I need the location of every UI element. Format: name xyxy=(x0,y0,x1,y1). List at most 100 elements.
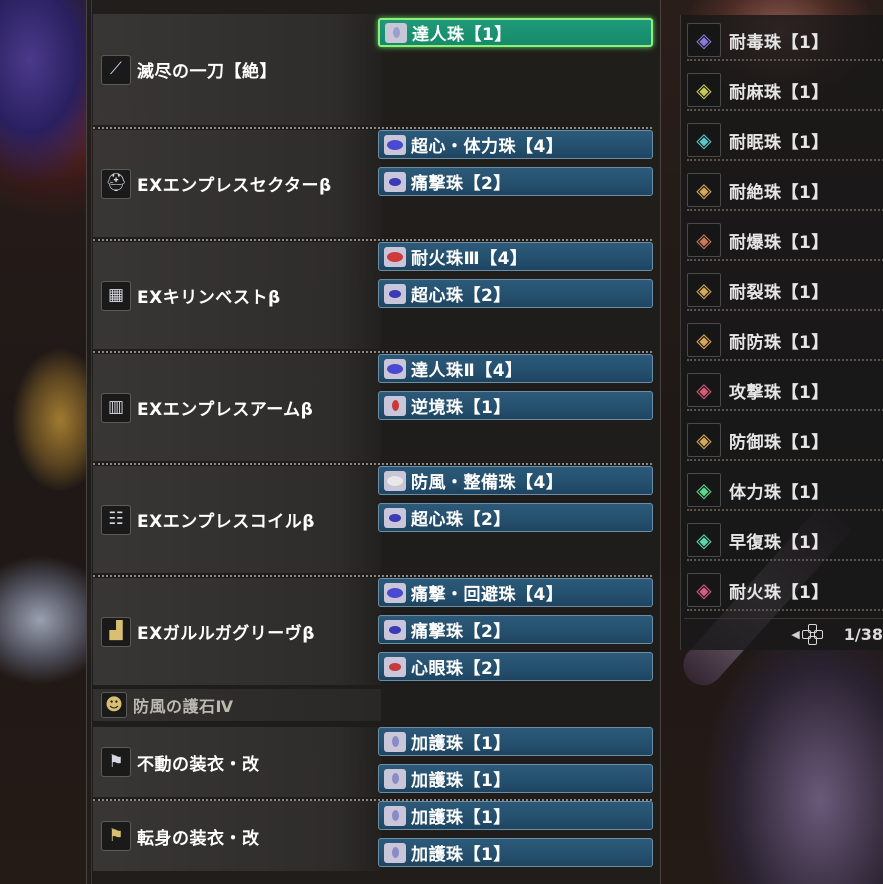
slot-decoration-label: 耐火珠Ⅲ【4】 xyxy=(411,249,528,269)
decoration-slot[interactable]: 超心珠【2】 xyxy=(378,279,653,308)
decoration-slot[interactable]: 加護珠【1】 xyxy=(378,764,653,793)
decoration-label: 耐防珠【1】 xyxy=(729,332,829,353)
equipment-name: EXガルルガグリーヴβ xyxy=(137,624,315,644)
helm-icon: ⛑ xyxy=(101,168,131,199)
decoration-jewel-icon: ◈ xyxy=(687,473,721,507)
decoration-slot[interactable]: 超心・体力珠【4】 xyxy=(378,130,653,159)
decoration-slot[interactable]: 痛撃珠【2】 xyxy=(378,167,653,196)
slot-decoration-label: 超心・体力珠【4】 xyxy=(411,137,564,157)
decoration-slot[interactable]: 超心珠【2】 xyxy=(378,503,653,532)
slot-size-4-icon xyxy=(384,246,406,267)
slot-decoration-label: 防風・整備珠【4】 xyxy=(411,473,564,493)
decoration-label: 防御珠【1】 xyxy=(729,432,829,453)
decoration-list-item[interactable]: ◈ 耐防珠【1】 xyxy=(687,321,883,361)
decoration-slot[interactable]: 耐火珠Ⅲ【4】 xyxy=(378,242,653,271)
decoration-slot[interactable]: 痛撃珠【2】 xyxy=(378,615,653,644)
arm-icon: ▥ xyxy=(101,392,131,423)
decoration-label: 早復珠【1】 xyxy=(729,532,829,553)
decoration-label: 耐爆珠【1】 xyxy=(729,232,829,253)
decoration-list-item[interactable]: ◈ 耐裂珠【1】 xyxy=(687,271,883,311)
slot-size-1-icon xyxy=(384,842,406,863)
slot-size-2-icon xyxy=(384,656,406,677)
waist-icon: ☷ xyxy=(101,504,131,535)
legs-icon: ▟ xyxy=(101,616,131,647)
decoration-slot[interactable]: 加護珠【1】 xyxy=(378,838,653,867)
decoration-list-item[interactable]: ◈ 耐火珠【1】 xyxy=(687,571,883,611)
equipment-panel: ⟋ 滅尽の一刀【絶】 達人珠【1】 ⛑ EXエンプレスセクターβ 超心・体力珠【… xyxy=(86,0,661,884)
decoration-list-item[interactable]: ◈ 耐絶珠【1】 xyxy=(687,171,883,211)
row-divider xyxy=(93,575,652,577)
decoration-slot[interactable]: 心眼珠【2】 xyxy=(378,652,653,681)
equipment-name: EXエンプレスコイルβ xyxy=(137,512,315,532)
decoration-jewel-icon: ◈ xyxy=(687,273,721,307)
slot-decoration-label: 痛撃珠【2】 xyxy=(411,622,511,642)
equipment-name-cell[interactable]: ⚑ 不動の装衣・改 xyxy=(93,727,381,797)
equipment-name-cell[interactable]: ☷ EXエンプレスコイルβ xyxy=(93,466,381,573)
row-divider xyxy=(93,351,652,353)
decoration-list-item[interactable]: ◈ 体力珠【1】 xyxy=(687,471,883,511)
decoration-slot[interactable]: 加護珠【1】 xyxy=(378,801,653,830)
slot-decoration-label: 逆境珠【1】 xyxy=(411,398,511,418)
dpad-icon xyxy=(801,623,824,646)
decoration-list-item[interactable]: ◈ 防御珠【1】 xyxy=(687,421,883,461)
decoration-list-item[interactable]: ◈ 耐爆珠【1】 xyxy=(687,221,883,261)
page-prev-arrow-icon[interactable]: ◀ xyxy=(791,628,799,641)
decoration-jewel-icon: ◈ xyxy=(687,223,721,257)
mantle-icon: ⚑ xyxy=(101,821,131,851)
decoration-jewel-icon: ◈ xyxy=(687,73,721,107)
slot-decoration-label: 痛撃珠【2】 xyxy=(411,174,511,194)
equipment-name: 防風の護石Ⅳ xyxy=(133,697,234,716)
slot-size-1-icon xyxy=(384,395,406,416)
slot-size-2-icon xyxy=(384,507,406,528)
decoration-jewel-icon: ◈ xyxy=(687,523,721,557)
equipment-name-cell[interactable]: ⛑ EXエンプレスセクターβ xyxy=(93,130,381,237)
row-divider xyxy=(93,127,652,129)
chest-icon: ▦ xyxy=(101,280,131,311)
equipment-row-charm[interactable]: ☻ 防風の護石Ⅳ xyxy=(87,689,662,721)
decoration-slot[interactable]: 逆境珠【1】 xyxy=(378,391,653,420)
slot-decoration-label: 加護珠【1】 xyxy=(411,845,511,865)
equipment-name-cell[interactable]: ☻ 防風の護石Ⅳ xyxy=(93,689,381,721)
equipment-name-cell[interactable]: ▦ EXキリンベストβ xyxy=(93,242,381,349)
equipment-name-cell[interactable]: ⟋ 滅尽の一刀【絶】 xyxy=(93,14,381,125)
equipment-name-cell[interactable]: ▟ EXガルルガグリーヴβ xyxy=(93,578,381,685)
slot-size-1-icon xyxy=(384,805,406,826)
pagination: ◀ 1/38 xyxy=(684,618,883,650)
equipment-name: EXエンプレスセクターβ xyxy=(137,176,332,196)
decoration-label: 攻撃珠【1】 xyxy=(729,382,829,403)
slot-size-2-icon xyxy=(384,619,406,640)
decoration-jewel-icon: ◈ xyxy=(687,173,721,207)
decoration-slot[interactable]: 防風・整備珠【4】 xyxy=(378,466,653,495)
decoration-list-item[interactable]: ◈ 耐麻珠【1】 xyxy=(687,71,883,111)
slot-decoration-label: 加護珠【1】 xyxy=(411,771,511,791)
decoration-slot[interactable]: 達人珠【1】 xyxy=(378,18,653,47)
decoration-jewel-icon: ◈ xyxy=(687,423,721,457)
mantle-icon: ⚑ xyxy=(101,747,131,777)
slot-size-1-icon xyxy=(384,731,406,752)
equipment-name-cell[interactable]: ▥ EXエンプレスアームβ xyxy=(93,354,381,461)
row-divider xyxy=(93,463,652,465)
slot-size-4-icon xyxy=(384,582,406,603)
slot-size-4-icon xyxy=(384,470,406,491)
decoration-slot[interactable]: 痛撃・回避珠【4】 xyxy=(378,578,653,607)
slot-decoration-label: 加護珠【1】 xyxy=(411,734,511,754)
decoration-slot[interactable]: 達人珠Ⅱ【4】 xyxy=(378,354,653,383)
decoration-label: 体力珠【1】 xyxy=(729,482,829,503)
slot-size-2-icon xyxy=(384,171,406,192)
slot-size-4-icon xyxy=(384,358,406,379)
decoration-list-item[interactable]: ◈ 早復珠【1】 xyxy=(687,521,883,561)
slot-size-2-icon xyxy=(384,283,406,304)
decoration-list-item[interactable]: ◈ 耐毒珠【1】 xyxy=(687,21,883,61)
decoration-list: ◈ 耐毒珠【1】 ◈ 耐麻珠【1】 ◈ 耐眠珠【1】 ◈ 耐絶珠【1】 ◈ 耐爆… xyxy=(680,15,883,650)
equipment-name: 不動の装衣・改 xyxy=(137,754,260,775)
page-indicator: 1/38 xyxy=(843,625,883,644)
charm-icon: ☻ xyxy=(101,692,127,718)
decoration-list-item[interactable]: ◈ 耐眠珠【1】 xyxy=(687,121,883,161)
decoration-slot[interactable]: 加護珠【1】 xyxy=(378,727,653,756)
equipment-name-cell[interactable]: ⚑ 転身の装衣・改 xyxy=(93,801,381,871)
decoration-jewel-icon: ◈ xyxy=(687,23,721,57)
slot-size-1-icon xyxy=(384,768,406,789)
sword-icon: ⟋ xyxy=(101,54,131,85)
decoration-list-item[interactable]: ◈ 攻撃珠【1】 xyxy=(687,371,883,411)
decoration-jewel-icon: ◈ xyxy=(687,573,721,607)
